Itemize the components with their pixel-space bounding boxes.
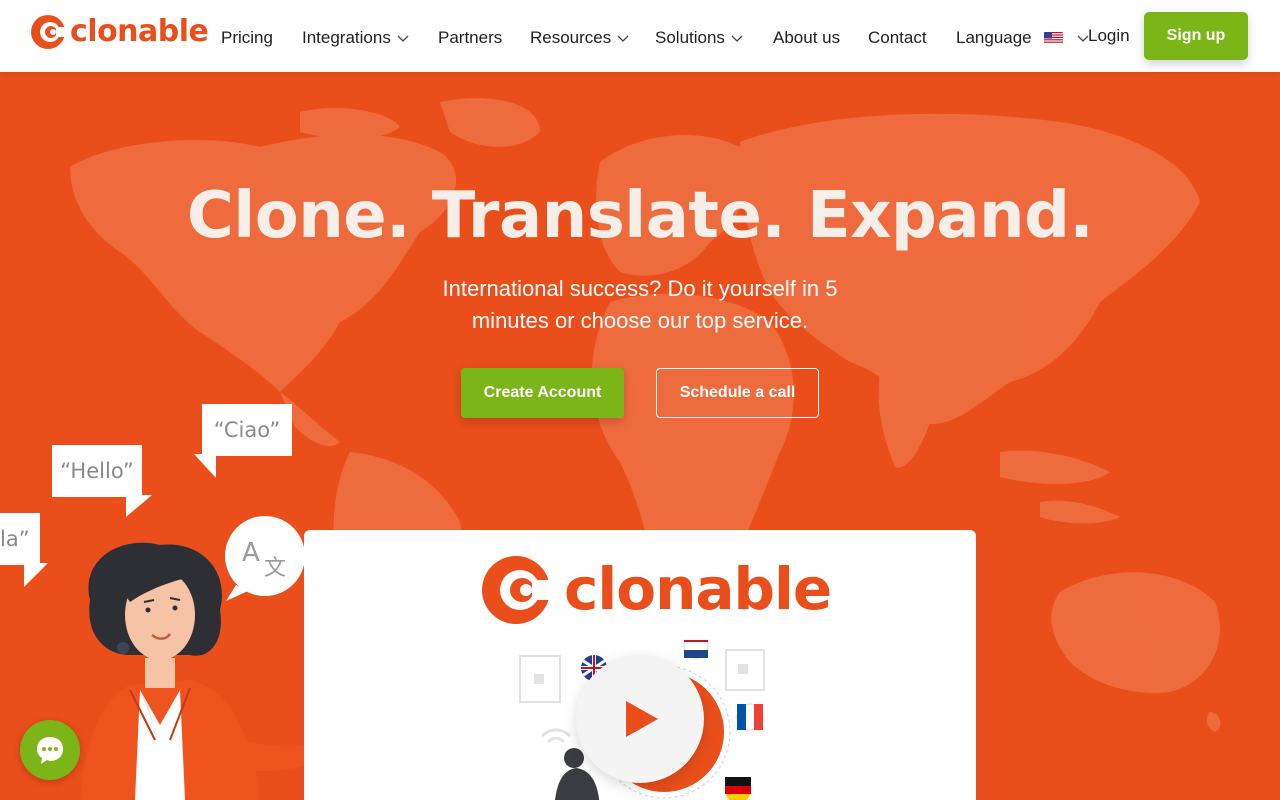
clonable-logo-icon [482,556,550,624]
us-flag-icon [1043,32,1063,44]
language-selector[interactable]: Language [956,27,1089,49]
nav-partners[interactable]: Partners [438,27,502,49]
nav-resources[interactable]: Resources [530,27,629,49]
hero-subtitle: International success? Do it yourself in… [400,273,880,337]
language-label: Language [956,28,1032,47]
chat-widget-button[interactable] [20,720,80,780]
nav-solutions[interactable]: Solutions [655,27,743,49]
nav-about-label: About us [773,28,841,47]
create-account-button[interactable]: Create Account [461,368,624,418]
hero-subtitle-line2: minutes or choose our top service. [471,308,809,333]
sign-up-button[interactable]: Sign up [1144,12,1248,60]
speech-bubble-ciao: “Ciao” [202,404,292,456]
video-brand-logo: clonable [482,550,832,628]
nav-solutions-label: Solutions [655,28,725,47]
nav-integrations[interactable]: Integrations [302,27,409,49]
video-brand-name: clonable [564,555,832,623]
speech-bubble-hello-text: “Hello” [60,459,134,483]
speech-bubble-hola-text: la” [0,527,30,551]
nav-pricing[interactable]: Pricing [221,27,273,49]
nav-partners-label: Partners [438,28,503,47]
top-navigation: clonable Pricing Integrations Partners R… [0,0,1280,72]
clonable-logo-icon [31,15,66,49]
chevron-down-icon [617,35,629,42]
play-video-button[interactable] [576,655,704,783]
login-link[interactable]: Login [1088,26,1130,46]
bubble-tail [126,495,152,517]
brand-name: clonable [70,14,209,49]
chevron-down-icon [397,35,409,42]
speech-bubble-hola: la” [0,513,40,565]
nav-resources-label: Resources [530,28,612,47]
nav-integrations-label: Integrations [302,28,391,47]
chevron-down-icon [1077,35,1089,42]
bubble-tail [194,454,216,478]
play-icon [626,701,658,737]
brand-logo[interactable]: clonable [30,14,209,50]
nav-about-us[interactable]: About us [773,27,840,49]
speech-bubble-hello: “Hello” [52,445,142,497]
nav-contact-label: Contact [868,28,927,47]
hero-subtitle-line1: International success? Do it yourself in… [442,276,838,301]
chevron-down-icon [731,35,743,42]
schedule-call-button[interactable]: Schedule a call [656,368,819,418]
intro-video-card[interactable]: clonable [304,530,976,800]
nav-pricing-label: Pricing [221,28,273,47]
bubble-tail [24,563,48,587]
speech-bubble-ciao-text: “Ciao” [213,418,281,442]
chat-icon [37,737,63,764]
nav-contact[interactable]: Contact [868,27,927,49]
hero-title: Clone. Translate. Expand. [186,179,1094,253]
